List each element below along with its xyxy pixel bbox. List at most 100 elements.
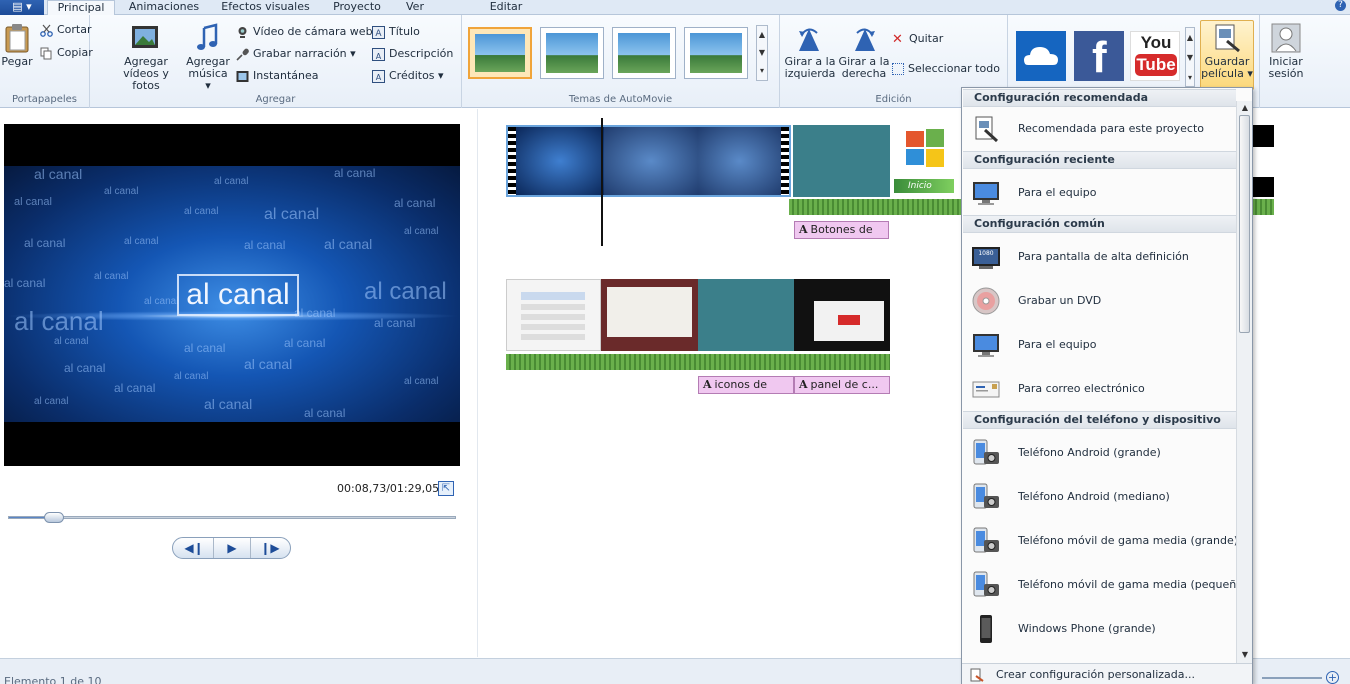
scroll-up-icon[interactable]: ▲ — [1240, 103, 1250, 112]
rotate-left-label-2: izquierda — [784, 67, 836, 80]
storyboard-clip-teal-2[interactable] — [698, 279, 794, 351]
caption-label: Descripción — [389, 47, 454, 60]
storyboard-clip-windows[interactable]: Inicio — [890, 125, 961, 197]
webcam-video-button[interactable]: Vídeo de cámara web — [236, 23, 373, 41]
menu-item-computer[interactable]: Para el equipo — [963, 325, 1236, 365]
tab-animaciones[interactable]: Animaciones — [121, 0, 207, 15]
menu-item-label: Para el equipo — [1018, 186, 1097, 199]
copy-label: Copiar — [57, 46, 93, 59]
themes-gallery-scroll[interactable]: ▲ ▼ ▾ — [756, 25, 768, 81]
theme-thumb-2[interactable] — [540, 27, 604, 79]
scroll-down-icon[interactable]: ▼ — [1240, 650, 1250, 659]
tab-editar[interactable]: Editar — [485, 0, 527, 15]
rotate-left-button[interactable]: Girar a la izquierda — [784, 25, 836, 80]
windows-phone-icon — [980, 615, 992, 643]
menu-item-android-medium[interactable]: Teléfono Android (mediano) — [963, 477, 1236, 517]
scroll-thumb[interactable] — [1239, 115, 1250, 333]
menu-item-email[interactable]: Para correo electrónico — [963, 369, 1236, 409]
menu-item-midrange-small[interactable]: Teléfono móvil de gama media (pequeño) — [963, 565, 1247, 605]
youtube-share-button[interactable]: You Tube — [1130, 31, 1180, 81]
tab-ver[interactable]: Ver — [398, 0, 432, 15]
seek-bar[interactable] — [8, 516, 456, 519]
tab-principal[interactable]: Principal — [47, 0, 115, 16]
menu-item-windows-phone[interactable]: Windows Phone (grande) — [963, 609, 1236, 649]
zoom-in-button[interactable]: + — [1326, 671, 1339, 684]
watermark-text: al canal — [124, 236, 159, 247]
fullscreen-preview-button[interactable]: ⇱ — [438, 481, 454, 496]
next-frame-button[interactable]: ❙▶ — [251, 538, 289, 558]
hd-badge-text: 1080 — [978, 250, 993, 257]
clip-ui-row — [521, 304, 585, 310]
watermark-text: al canal — [284, 336, 326, 350]
save-movie-dropdown: Configuración recomendada Recomendada pa… — [961, 87, 1253, 684]
playhead[interactable] — [601, 118, 603, 246]
music-track[interactable] — [789, 199, 961, 215]
caption-panel[interactable]: Apanel de c... — [794, 376, 890, 394]
caption-botones[interactable]: A Botones de — [794, 221, 889, 239]
remove-button[interactable]: ✕ Quitar — [892, 30, 943, 48]
custom-settings-icon — [970, 668, 984, 682]
add-music-button[interactable]: Agregar música ▾ — [184, 23, 232, 92]
snapshot-button[interactable]: Instantánea — [236, 67, 319, 85]
select-all-button[interactable]: Seleccionar todo — [892, 60, 1000, 78]
cut-button[interactable]: Cortar — [40, 21, 92, 39]
menu-scrollbar[interactable]: ▲ ▼ — [1236, 101, 1252, 663]
play-button[interactable]: ▶ — [213, 538, 251, 558]
record-narration-button[interactable]: Grabar narración ▾ — [236, 45, 356, 63]
facebook-share-button[interactable]: f — [1074, 31, 1124, 82]
seek-thumb[interactable] — [44, 512, 64, 523]
storyboard-clip-icons[interactable] — [794, 279, 890, 351]
theme-thumb-4[interactable] — [684, 27, 748, 79]
share-gallery-scroll[interactable]: ▲ ▼ ▾ — [1185, 27, 1195, 87]
previous-frame-button[interactable]: ◀❙ — [175, 538, 213, 558]
zoom-slider[interactable] — [1262, 677, 1322, 679]
theme-thumb-1[interactable] — [468, 27, 532, 79]
menu-item-label: Grabar un DVD — [1018, 294, 1102, 307]
group-agregar: Agregar vídeos y fotos Agregar música ▾ … — [90, 15, 462, 108]
storyboard-clip-intro[interactable] — [506, 125, 791, 197]
clip-ui-row — [521, 292, 585, 300]
caption-iconos[interactable]: Aiconos de — [698, 376, 794, 394]
menu-item-midrange-large[interactable]: Teléfono móvil de gama media (grande) — [963, 521, 1238, 561]
menu-item-label: Teléfono Android (grande) — [1018, 446, 1161, 459]
copy-icon — [40, 47, 52, 59]
red-x-icon: ✕ — [892, 31, 903, 47]
menu-item-recommended-project[interactable]: Recomendada para este proyecto — [963, 109, 1236, 149]
copy-button[interactable]: Copiar — [40, 44, 93, 62]
storyboard-clip-dialog[interactable] — [506, 279, 601, 351]
help-icon[interactable]: ? — [1335, 0, 1346, 11]
watermark-text: al canal — [244, 238, 286, 252]
menu-item-burn-dvd[interactable]: Grabar un DVD — [963, 281, 1236, 321]
save-movie-button[interactable]: Guardar película ▾ — [1200, 20, 1254, 90]
title-button[interactable]: A Título — [372, 23, 420, 41]
storyboard-clip-partial[interactable] — [1253, 125, 1274, 197]
app-menu-button[interactable]: ▤ ▾ — [0, 0, 44, 15]
theme-preview-image — [618, 33, 670, 73]
tab-proyecto[interactable]: Proyecto — [326, 0, 388, 15]
menu-item-hd-display[interactable]: 1080 Para pantalla de alta definición — [963, 237, 1236, 277]
storyboard-clip-teal[interactable] — [793, 125, 890, 197]
microphone-icon — [236, 48, 249, 61]
menu-item-recent-computer[interactable]: Para el equipo — [963, 173, 1236, 213]
menu-item-custom-settings[interactable]: Crear configuración personalizada... — [962, 663, 1252, 684]
rotate-right-button[interactable]: Girar a la derecha — [838, 25, 890, 80]
video-preview: al canal al canal al canal al canal al canal… — [4, 124, 460, 466]
rotate-left-icon — [799, 28, 819, 51]
add-videos-photos-button[interactable]: Agregar vídeos y fotos — [108, 23, 184, 92]
paste-button[interactable]: Pegar — [0, 23, 34, 68]
phone-camera-icon — [973, 571, 999, 597]
storyboard-clip-screen[interactable] — [601, 279, 698, 351]
caption-text-icon: A — [703, 378, 712, 391]
snapshot-icon — [236, 70, 249, 82]
music-track-2[interactable] — [506, 354, 890, 370]
phone-camera-icon — [973, 483, 999, 509]
caption-button[interactable]: A Descripción — [372, 45, 453, 63]
credits-button[interactable]: A Créditos ▾ — [372, 67, 444, 85]
theme-thumb-3[interactable] — [612, 27, 676, 79]
sign-in-button[interactable]: Iniciar sesión — [1264, 23, 1308, 80]
pane-divider[interactable] — [477, 109, 478, 657]
menu-item-android-large[interactable]: Teléfono Android (grande) — [963, 433, 1236, 473]
tab-efectos-visuales[interactable]: Efectos visuales — [214, 0, 317, 15]
onedrive-share-button[interactable] — [1016, 31, 1066, 81]
watermark-text: al canal — [244, 356, 293, 372]
